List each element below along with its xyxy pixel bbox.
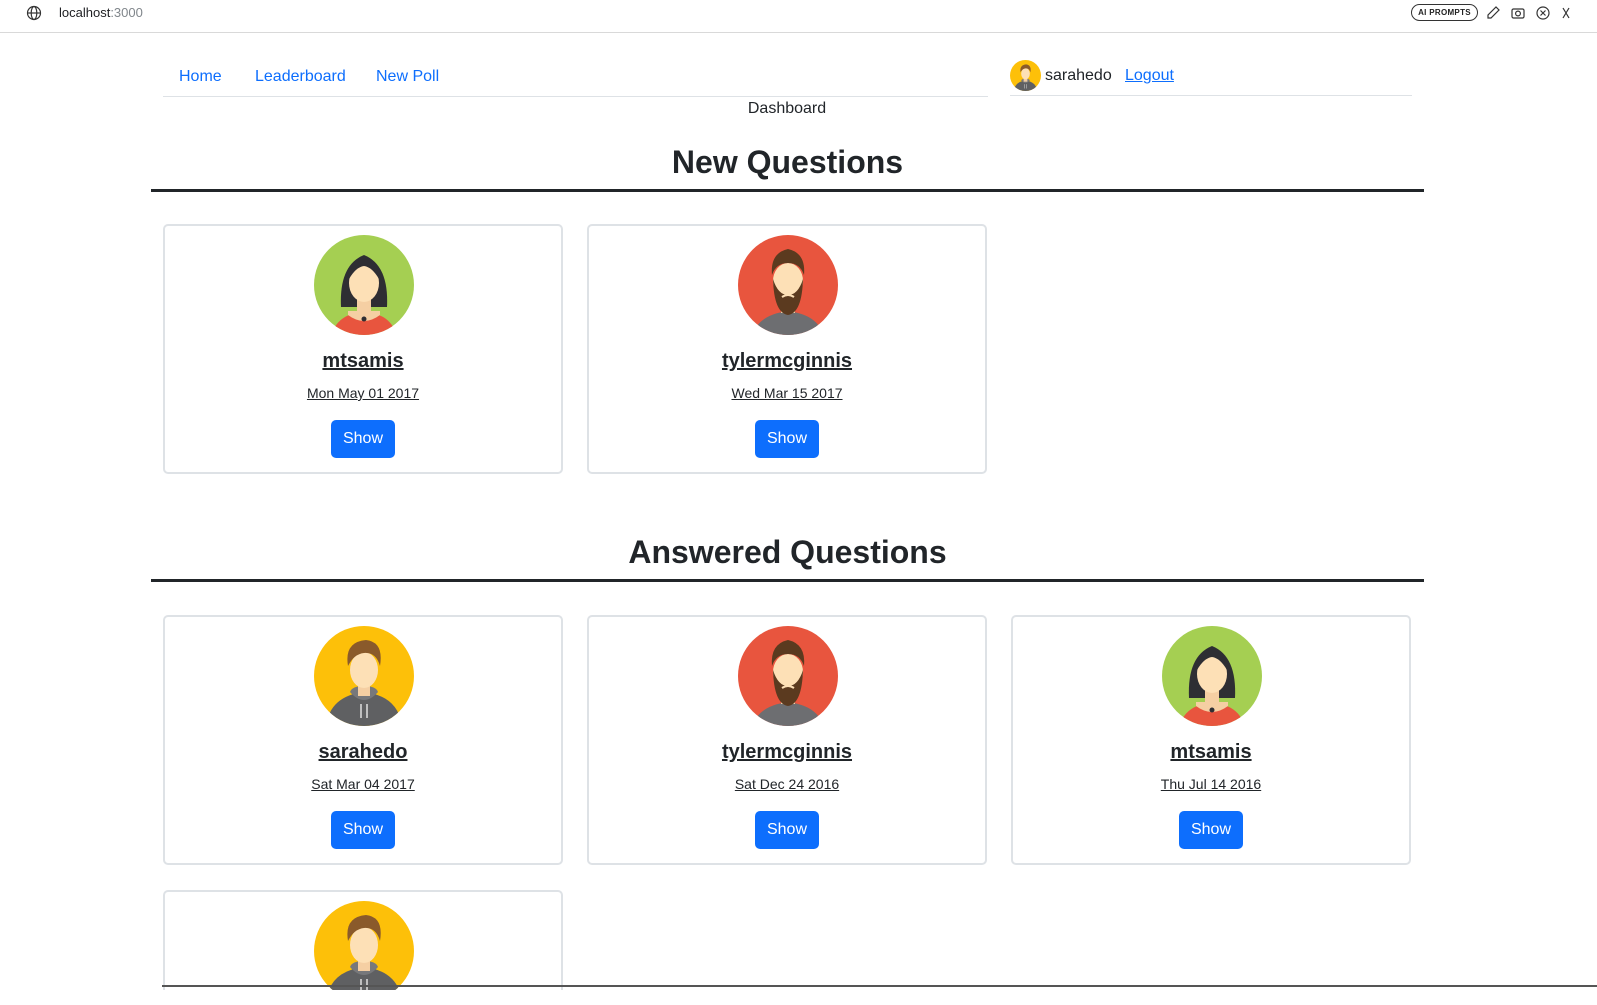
show-button[interactable]: Show — [1179, 811, 1243, 849]
ai-prompts-button[interactable]: AI PROMPTS — [1411, 4, 1478, 21]
globe-icon — [26, 5, 42, 21]
current-username: sarahedo — [1045, 67, 1112, 84]
author-avatar — [314, 626, 414, 726]
answered-questions-heading: Answered Questions — [628, 534, 947, 570]
author-name[interactable]: tylermcginnis — [589, 741, 985, 764]
viewport-bottom-edge — [162, 985, 1597, 987]
author-avatar — [738, 235, 838, 335]
question-card: tylermcginnis Sat Dec 24 2016 Show — [587, 615, 987, 865]
question-card: tylermcginnis Wed Mar 15 2017 Show — [587, 224, 987, 474]
question-date[interactable]: Wed Mar 15 2017 — [589, 385, 985, 401]
main-nav: Home Leaderboard New Poll — [163, 60, 988, 97]
extension-icon[interactable] — [1560, 5, 1576, 21]
author-name[interactable]: mtsamis — [1013, 741, 1409, 764]
question-date[interactable]: Sat Dec 24 2016 — [589, 776, 985, 792]
author-name[interactable]: tylermcginnis — [589, 350, 985, 373]
url-port: :3000 — [110, 5, 143, 20]
new-questions-divider — [151, 189, 1424, 192]
camera-icon[interactable] — [1510, 5, 1526, 21]
author-avatar — [314, 235, 414, 335]
question-date[interactable]: Mon May 01 2017 — [165, 385, 561, 401]
close-circle-icon[interactable] — [1535, 5, 1551, 21]
question-card: sarahedo Sat Mar 04 2017 Show — [163, 615, 563, 865]
user-avatar — [1010, 60, 1041, 91]
question-card: mtsamis Mon May 01 2017 Show — [163, 224, 563, 474]
question-card: mtsamis Thu Jul 14 2016 Show — [1011, 615, 1411, 865]
nav-home-link[interactable]: Home — [179, 68, 222, 86]
browser-toolbar: localhost:3000 AI PROMPTS — [0, 0, 1597, 33]
author-avatar — [314, 901, 414, 990]
edit-icon[interactable] — [1485, 5, 1501, 21]
show-button[interactable]: Show — [331, 811, 395, 849]
nav-new-poll-link[interactable]: New Poll — [376, 68, 439, 86]
nav-leaderboard-link[interactable]: Leaderboard — [255, 68, 346, 86]
page-subtitle: Dashboard — [747, 100, 827, 117]
author-name[interactable]: mtsamis — [165, 350, 561, 373]
question-date[interactable]: Sat Mar 04 2017 — [165, 776, 561, 792]
user-panel: sarahedo Logout — [1010, 60, 1412, 96]
author-avatar — [738, 626, 838, 726]
new-questions-heading: New Questions — [671, 144, 904, 180]
url-host: localhost — [59, 5, 111, 20]
author-avatar — [1162, 626, 1262, 726]
answered-questions-divider — [151, 579, 1424, 582]
show-button[interactable]: Show — [755, 420, 819, 458]
show-button[interactable]: Show — [755, 811, 819, 849]
question-date[interactable]: Thu Jul 14 2016 — [1013, 776, 1409, 792]
logout-link[interactable]: Logout — [1125, 67, 1174, 85]
show-button[interactable]: Show — [331, 420, 395, 458]
address-bar[interactable]: localhost:3000 — [59, 5, 143, 20]
question-card — [163, 890, 563, 990]
author-name[interactable]: sarahedo — [165, 741, 561, 764]
